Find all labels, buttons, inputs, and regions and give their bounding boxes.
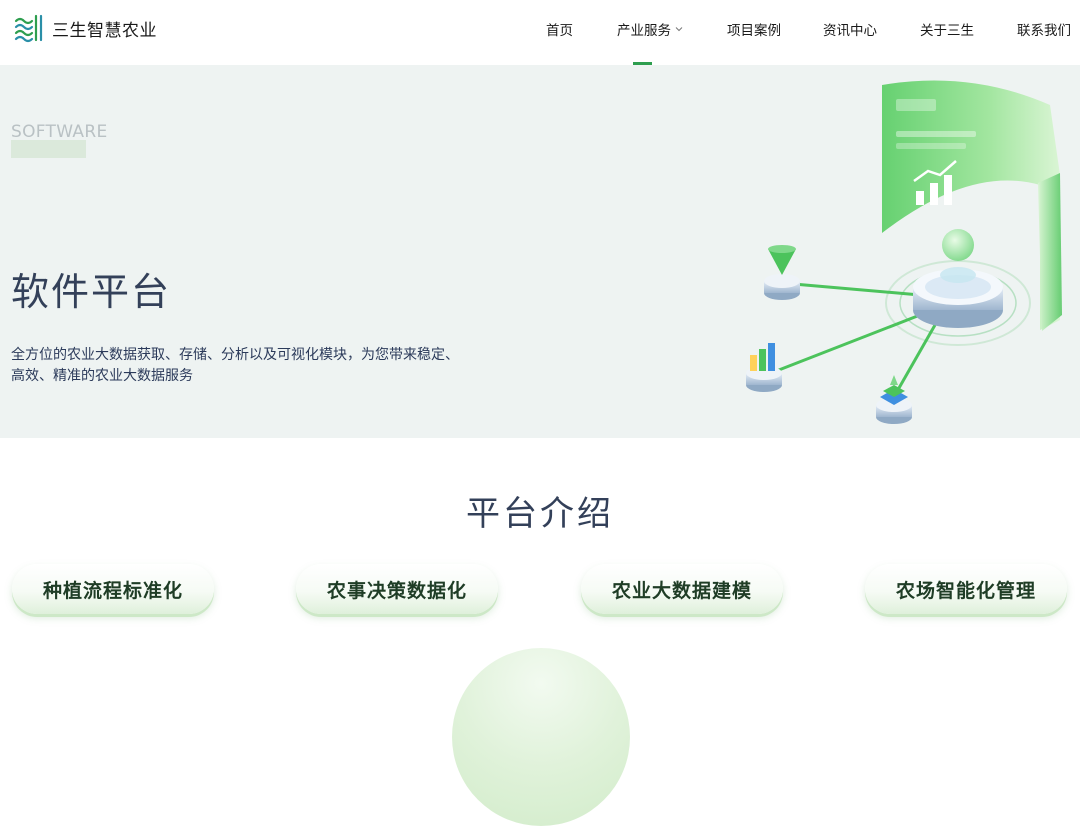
hero-watermark-highlight	[11, 140, 86, 158]
nav-item-industry-services[interactable]: 产业服务	[617, 19, 683, 39]
nav-item-about[interactable]: 关于三生	[920, 19, 974, 39]
feature-pill-farming-decision[interactable]: 农事决策数据化	[296, 564, 498, 614]
nav-item-label: 项目案例	[727, 23, 781, 39]
nav-active-indicator	[633, 62, 652, 65]
data-platform-illustration-icon	[746, 80, 1062, 424]
decorative-orb	[452, 648, 630, 826]
nav-item-label: 关于三生	[920, 23, 974, 39]
nav-item-label: 联系我们	[1017, 23, 1071, 39]
nav-item-news[interactable]: 资讯中心	[823, 19, 877, 39]
section-title-platform-intro: 平台介绍	[466, 494, 614, 534]
nav-item-label: 产业服务	[617, 23, 671, 39]
hero-title: 软件平台	[11, 270, 172, 314]
hero-description: 全方位的农业大数据获取、存储、分析以及可视化模块，为您带来稳定、高效、精准的农业…	[11, 347, 459, 384]
feature-pill-label: 农业大数据建模	[611, 579, 752, 602]
hero-watermark: SOFTWARE	[11, 122, 108, 142]
main-nav: 首页 产业服务 项目案例 资讯中心 关于三生 联系我们	[480, 0, 1080, 65]
brand-logo-icon	[14, 14, 43, 43]
feature-pill-big-data-modeling[interactable]: 农业大数据建模	[581, 564, 783, 614]
top-header: 三生智慧农业 首页 产业服务 项目案例 资讯中心 关于三生 联系我们	[0, 0, 1080, 65]
nav-item-home[interactable]: 首页	[546, 19, 573, 39]
feature-pill-label: 农事决策数据化	[326, 579, 467, 602]
brand-name: 三生智慧农业	[52, 20, 157, 41]
feature-pill-planting-standardization[interactable]: 种植流程标准化	[12, 564, 214, 614]
nav-item-projects[interactable]: 项目案例	[727, 19, 781, 39]
nav-item-label: 首页	[546, 23, 573, 39]
hero-banner: SOFTWARE 软件平台 全方位的农业大数据获取、存储、分析以及可视化模块，为…	[0, 65, 1080, 438]
nav-item-contact[interactable]: 联系我们	[1017, 19, 1071, 39]
brand-logo[interactable]: 三生智慧农业	[14, 13, 157, 43]
feature-pill-label: 种植流程标准化	[42, 579, 183, 602]
nav-item-label: 资讯中心	[823, 23, 877, 39]
feature-pill-label: 农场智能化管理	[895, 579, 1036, 602]
feature-pill-smart-farm-management[interactable]: 农场智能化管理	[865, 564, 1067, 614]
chevron-down-icon	[675, 27, 683, 32]
